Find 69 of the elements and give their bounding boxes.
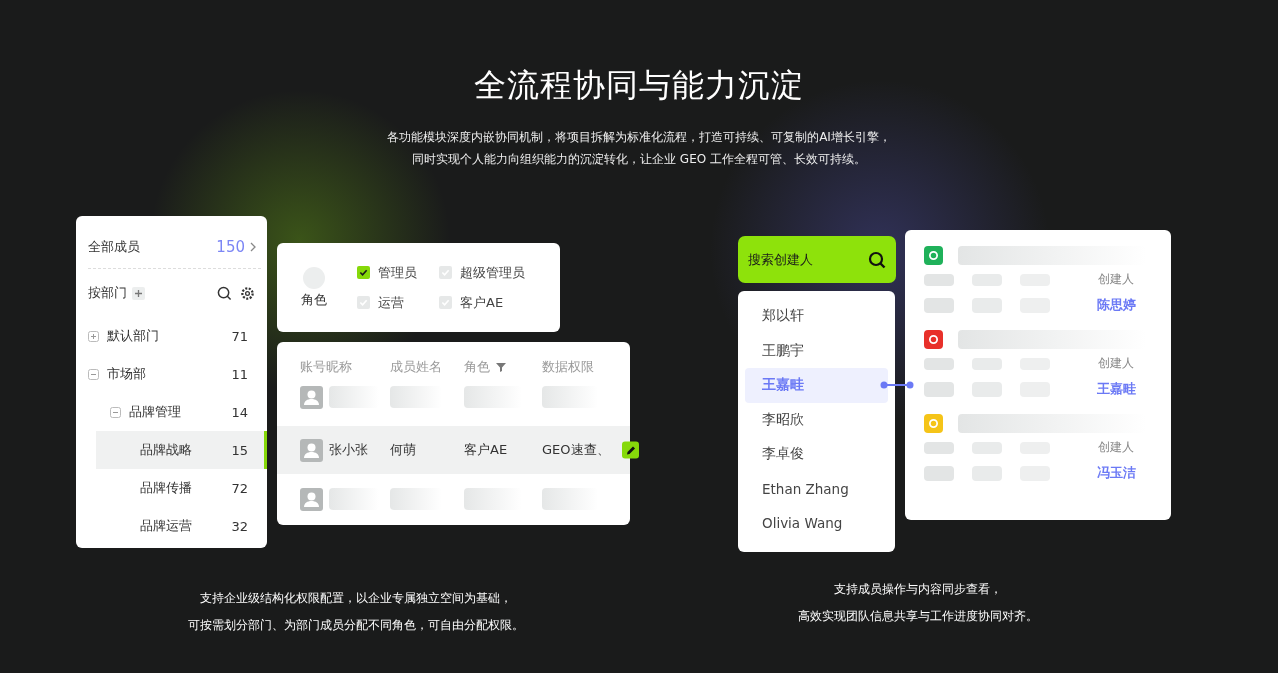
placeholder-bar	[924, 357, 954, 370]
tree-item[interactable]: 市场部 11	[88, 355, 267, 393]
creator-label: 创建人	[1098, 355, 1134, 372]
column-header: 角色	[464, 358, 490, 376]
collapse-icon[interactable]	[88, 368, 99, 380]
chevron-right-icon[interactable]	[249, 242, 257, 252]
user-avatar-icon	[300, 385, 323, 409]
tree-item[interactable]: 品牌战略 15	[96, 431, 267, 469]
creator-list-item[interactable]: Ethan Zhang	[745, 471, 888, 506]
creator-label: 创建人	[1098, 439, 1134, 456]
creator-list-item[interactable]: 郑以轩	[745, 299, 888, 334]
placeholder-bar	[924, 465, 954, 481]
sync-caption: 支持成员操作与内容同步查看， 高效实现团队信息共享与工作进度协同对齐。	[797, 581, 1039, 625]
role-label: 角色	[301, 290, 327, 309]
user-avatar-icon	[300, 487, 323, 511]
role-checkbox[interactable]: 客户AE	[439, 293, 539, 312]
checkbox[interactable]	[357, 296, 370, 309]
collapse-icon[interactable]	[110, 406, 121, 418]
filter-icon[interactable]	[496, 362, 506, 372]
creator-list-item[interactable]: Olivia Wang	[745, 506, 888, 541]
creator-list-item[interactable]: 王鹏宇	[745, 333, 888, 368]
checkmark-icon	[441, 298, 450, 307]
department-label: 按部门	[88, 284, 127, 302]
creator-name: 陈思婷	[1096, 296, 1136, 314]
checkmark-icon	[359, 268, 368, 277]
role-checkbox[interactable]: 运营	[357, 293, 439, 312]
placeholder-bar	[924, 441, 954, 454]
member-row[interactable]: 张小张 何萌 客户AE GEO速查、	[277, 426, 630, 474]
placeholder-bar	[924, 273, 954, 286]
tree-item[interactable]: 默认部门 71	[88, 317, 267, 355]
column-header: 数据权限	[542, 358, 594, 376]
settings-icon[interactable]	[240, 285, 255, 301]
link-connector	[880, 380, 914, 391]
tree-item[interactable]: 品牌运营 32	[88, 507, 267, 545]
permissions-caption: 支持企业级结构化权限配置，以企业专属独立空间为基础， 可按需划分部门、为部门成员分配不同角色，可自由分配权限。	[187, 590, 525, 634]
creator-search-field[interactable]: 搜索创建人	[738, 236, 896, 283]
tree-item[interactable]: 品牌管理 14	[88, 393, 267, 431]
checkmark-icon	[359, 298, 368, 307]
table-cell: GEO速查、	[542, 441, 610, 459]
creator-name: 冯玉洁	[1096, 464, 1136, 482]
search-icon[interactable]	[868, 250, 886, 269]
creator-label: 创建人	[1098, 271, 1134, 288]
page-subtitle: 各功能模块深度内嵌协同机制，将项目拆解为标准化流程，打造可持续、可复制的AI增长引擎， 同时实现个人能力向组织能力的沉淀转化，让企业 GEO 工作全程可管、长效可持续。	[387, 129, 891, 168]
placeholder-bar	[924, 297, 954, 313]
checkbox[interactable]	[439, 296, 452, 309]
search-icon[interactable]	[217, 285, 232, 301]
checkmark-icon	[441, 268, 450, 277]
column-header: 成员姓名	[390, 358, 442, 376]
table-cell: 张小张	[329, 441, 368, 459]
creator-list-item[interactable]: 李昭欣	[745, 402, 888, 437]
all-members-label: 全部成员	[88, 238, 140, 256]
expand-icon[interactable]	[88, 330, 99, 342]
creator-name: 王嘉畦	[1096, 380, 1136, 398]
checkbox[interactable]	[439, 266, 452, 279]
user-avatar-icon	[300, 438, 323, 462]
tree-item[interactable]: 品牌传播 72	[88, 469, 267, 507]
page-title: 全流程协同与能力沉淀	[474, 65, 804, 106]
placeholder-bar	[924, 381, 954, 397]
checkbox[interactable]	[357, 266, 370, 279]
creator-list-item[interactable]: 李卓俊	[745, 437, 888, 472]
add-icon[interactable]	[132, 286, 145, 300]
pencil-icon	[625, 445, 636, 455]
table-cell: 何萌	[390, 441, 416, 459]
edit-button[interactable]	[622, 441, 639, 459]
table-cell: 客户AE	[464, 441, 508, 459]
column-header: 账号昵称	[300, 358, 352, 376]
member-count: 150	[216, 238, 245, 256]
role-checkbox[interactable]: 超级管理员	[439, 263, 539, 282]
role-checkbox[interactable]: 管理员	[357, 263, 439, 282]
